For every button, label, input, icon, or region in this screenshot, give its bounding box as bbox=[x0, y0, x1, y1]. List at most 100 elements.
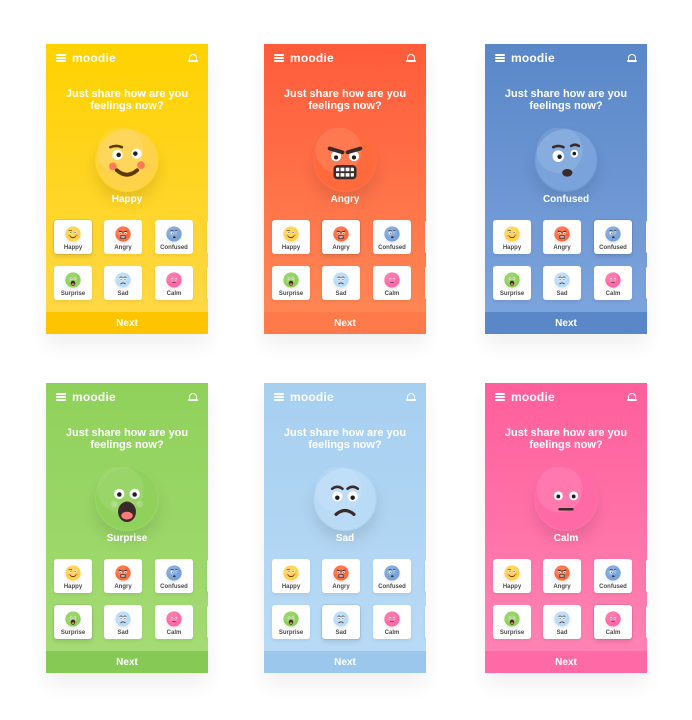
mood-option-card-peek[interactable] bbox=[207, 559, 208, 593]
mood-option-card[interactable]: Confused bbox=[373, 220, 411, 254]
bell-icon[interactable] bbox=[188, 392, 198, 402]
hamburger-icon[interactable] bbox=[56, 54, 66, 62]
bell-icon[interactable] bbox=[627, 53, 637, 63]
mood-option-label: Angry bbox=[332, 584, 350, 590]
mood-option-card[interactable]: Surprise bbox=[272, 266, 310, 300]
mood-option-card[interactable]: Happy bbox=[54, 559, 92, 593]
hamburger-icon[interactable] bbox=[274, 54, 284, 62]
next-button[interactable]: Next bbox=[264, 651, 426, 673]
mood-option-card-peek[interactable] bbox=[646, 559, 647, 593]
mood-option-label: Happy bbox=[502, 584, 522, 590]
mood-option-card[interactable]: Confused bbox=[155, 559, 193, 593]
mood-option-card[interactable]: Surprise bbox=[493, 605, 531, 639]
mood-option-card[interactable]: Happy bbox=[272, 559, 310, 593]
mood-option-card[interactable]: Calm bbox=[594, 266, 632, 300]
question-line-1: Just share how are you bbox=[283, 88, 407, 100]
mood-option-card-peek[interactable] bbox=[425, 559, 426, 593]
mood-option-card[interactable]: Calm bbox=[594, 605, 632, 639]
mood-option-label: Calm bbox=[166, 291, 182, 297]
mood-option-card[interactable]: Angry bbox=[104, 220, 142, 254]
mood-option-card-peek[interactable] bbox=[207, 605, 208, 639]
mood-option-card-peek[interactable] bbox=[646, 220, 647, 254]
question-line-1: Just share how are you bbox=[504, 88, 628, 100]
mood-option-card[interactable]: Happy bbox=[493, 220, 531, 254]
mood-option-label: Sad bbox=[335, 630, 347, 636]
mood-option-face-icon bbox=[115, 565, 131, 581]
mood-option-card[interactable]: Happy bbox=[493, 559, 531, 593]
mood-option-card[interactable]: Confused bbox=[594, 559, 632, 593]
brand-name: moodie bbox=[511, 51, 555, 65]
next-button[interactable]: Next bbox=[485, 312, 647, 334]
mood-option-card[interactable]: Surprise bbox=[272, 605, 310, 639]
mood-option-face-icon bbox=[283, 226, 299, 242]
question-line-2: feelings now? bbox=[308, 439, 382, 451]
mood-option-card[interactable]: Sad bbox=[322, 266, 360, 300]
mood-option-card-peek[interactable] bbox=[425, 605, 426, 639]
mood-option-label: Happy bbox=[63, 245, 83, 251]
mood-option-card[interactable]: Happy bbox=[54, 220, 92, 254]
mood-option-card[interactable]: Angry bbox=[104, 559, 142, 593]
mood-option-label: Happy bbox=[502, 245, 522, 251]
mood-option-card-peek[interactable] bbox=[646, 605, 647, 639]
mood-option-card[interactable]: Surprise bbox=[54, 266, 92, 300]
mood-option-card[interactable]: Angry bbox=[322, 220, 360, 254]
next-button[interactable]: Next bbox=[46, 651, 208, 673]
mood-option-card[interactable]: Calm bbox=[373, 605, 411, 639]
mood-option-card[interactable]: Confused bbox=[373, 559, 411, 593]
mood-grid: Happy Angry Confused Surprise Sad Calm bbox=[272, 220, 426, 304]
mood-option-label: Confused bbox=[599, 245, 627, 251]
mood-option-face-icon bbox=[115, 611, 131, 627]
question-line-2: feelings now? bbox=[90, 439, 164, 451]
mood-option-card-peek[interactable] bbox=[646, 266, 647, 300]
mood-option-card[interactable]: Calm bbox=[155, 605, 193, 639]
next-button[interactable]: Next bbox=[485, 651, 647, 673]
hamburger-icon[interactable] bbox=[56, 393, 66, 401]
mood-option-face-icon bbox=[283, 565, 299, 581]
mood-option-card[interactable]: Sad bbox=[322, 605, 360, 639]
mood-option-card[interactable]: Sad bbox=[104, 605, 142, 639]
mood-option-face-icon bbox=[166, 226, 182, 242]
mood-option-face-icon bbox=[65, 226, 81, 242]
hamburger-icon[interactable] bbox=[495, 393, 505, 401]
next-button[interactable]: Next bbox=[46, 312, 208, 334]
mood-option-card-peek[interactable] bbox=[425, 220, 426, 254]
question-line-1: Just share how are you bbox=[65, 88, 189, 100]
selected-mood-face bbox=[313, 467, 377, 531]
mood-option-card[interactable]: Sad bbox=[104, 266, 142, 300]
question-line-1: Just share how are you bbox=[283, 427, 407, 439]
mood-option-card[interactable]: Confused bbox=[155, 220, 193, 254]
mood-option-face-icon bbox=[333, 272, 349, 288]
mood-option-card[interactable]: Calm bbox=[155, 266, 193, 300]
mood-option-card[interactable]: Sad bbox=[543, 605, 581, 639]
hamburger-icon[interactable] bbox=[274, 393, 284, 401]
brand-name: moodie bbox=[511, 390, 555, 404]
mood-option-card[interactable]: Surprise bbox=[493, 266, 531, 300]
top-bar: moodie bbox=[264, 383, 426, 411]
bell-icon[interactable] bbox=[188, 53, 198, 63]
mood-option-card[interactable]: Sad bbox=[543, 266, 581, 300]
mood-option-card[interactable]: Angry bbox=[322, 559, 360, 593]
mood-option-card[interactable]: Surprise bbox=[54, 605, 92, 639]
mood-option-face-icon bbox=[65, 611, 81, 627]
mood-option-card[interactable]: Happy bbox=[272, 220, 310, 254]
mood-option-card[interactable]: Confused bbox=[594, 220, 632, 254]
bell-icon[interactable] bbox=[406, 392, 416, 402]
mood-option-card-peek[interactable] bbox=[425, 266, 426, 300]
mood-option-face-icon bbox=[554, 611, 570, 627]
mood-option-card-peek[interactable] bbox=[207, 220, 208, 254]
mood-option-card-peek[interactable] bbox=[207, 266, 208, 300]
question: Just share how are you feelings now? bbox=[274, 427, 416, 451]
bell-icon[interactable] bbox=[406, 53, 416, 63]
mood-option-card[interactable]: Calm bbox=[373, 266, 411, 300]
hamburger-icon[interactable] bbox=[495, 54, 505, 62]
next-button[interactable]: Next bbox=[264, 312, 426, 334]
mood-option-card[interactable]: Angry bbox=[543, 559, 581, 593]
bell-icon[interactable] bbox=[627, 392, 637, 402]
mood-option-card[interactable]: Angry bbox=[543, 220, 581, 254]
selected-mood-face bbox=[313, 128, 377, 192]
brand-name: moodie bbox=[290, 390, 334, 404]
mood-option-label: Surprise bbox=[60, 291, 86, 297]
mood-option-label: Surprise bbox=[278, 291, 304, 297]
mood-option-label: Sad bbox=[117, 291, 129, 297]
question-line-2: feelings now? bbox=[90, 100, 164, 112]
